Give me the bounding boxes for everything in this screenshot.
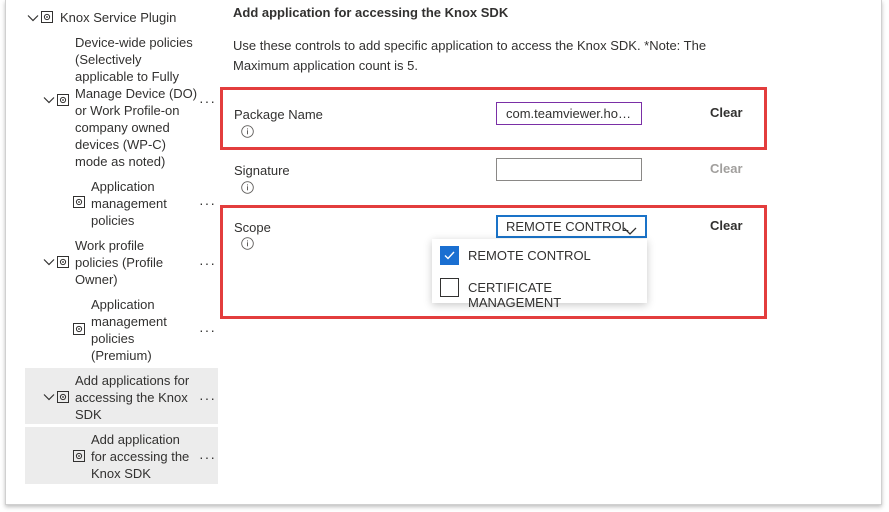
tree-item-label: Device-wide policies (Selectively applic…: [75, 35, 198, 169]
scope-selected-value: REMOTE CONTROL: [506, 219, 629, 234]
policy-icon: [57, 256, 69, 268]
tree-item-app-management-premium[interactable]: Application management policies (Premium…: [6, 295, 221, 367]
package-clear-button[interactable]: Clear: [710, 105, 743, 120]
more-options-icon[interactable]: ···: [199, 391, 216, 405]
tree-item-add-application[interactable]: Add application for accessing the Knox S…: [6, 430, 221, 484]
tree-item-label: Application management policies: [91, 179, 167, 228]
policy-icon: [57, 391, 69, 403]
chevron-down-icon[interactable]: [26, 11, 40, 25]
tree-item-app-management-policies[interactable]: Application management policies ···: [6, 177, 221, 231]
tree-item-label: Add application for accessing the Knox S…: [91, 432, 190, 481]
scope-option-certificate-management[interactable]: CERTIFICATE MANAGEMENT: [432, 273, 647, 310]
tree-item-label: Work profile policies (Profile Owner): [75, 238, 164, 287]
policy-icon: [41, 11, 53, 23]
scope-dropdown[interactable]: REMOTE CONTROL: [496, 215, 647, 238]
chevron-down-icon[interactable]: [42, 390, 56, 404]
description-text: Use these controls to add specific appli…: [233, 38, 707, 73]
signature-input[interactable]: [496, 158, 642, 181]
tree-item-label: Knox Service Plugin: [60, 10, 177, 25]
signature-clear-button[interactable]: Clear: [710, 161, 743, 176]
more-options-icon[interactable]: ···: [199, 94, 216, 108]
scope-dropdown-menu: REMOTE CONTROL CERTIFICATE MANAGEMENT: [432, 239, 647, 310]
info-icon[interactable]: [241, 125, 254, 138]
tree-item-add-applications[interactable]: Add applications for accessing the Knox …: [6, 371, 221, 425]
chevron-down-icon[interactable]: [42, 255, 56, 269]
policy-icon: [73, 323, 85, 335]
policy-icon: [73, 196, 85, 208]
package-name-label: Package Name: [234, 107, 323, 122]
signature-label: Signature: [234, 163, 290, 178]
tree-item-device-wide-policies[interactable]: Device-wide policies (Selectively applic…: [6, 34, 221, 172]
checkbox-unchecked[interactable]: [440, 278, 459, 297]
chevron-down-icon[interactable]: [42, 93, 56, 107]
tree-item-label: Application management policies (Premium…: [91, 297, 167, 363]
tree-item-label: Add applications for accessing the Knox …: [75, 373, 190, 422]
scope-option-remote-control[interactable]: REMOTE CONTROL: [432, 241, 647, 271]
policy-icon: [57, 94, 69, 106]
more-options-icon[interactable]: ···: [199, 450, 216, 464]
checkbox-checked[interactable]: [440, 246, 459, 265]
info-icon[interactable]: [241, 181, 254, 194]
info-icon[interactable]: [241, 237, 254, 250]
package-name-input[interactable]: com.teamviewer.hos...: [496, 102, 642, 125]
option-label: REMOTE CONTROL: [468, 248, 591, 263]
more-options-icon[interactable]: ···: [199, 196, 216, 210]
page-title: Add application for accessing the Knox S…: [233, 5, 509, 20]
policy-icon: [73, 450, 85, 462]
more-options-icon[interactable]: ···: [199, 323, 216, 337]
tree-item-work-profile-policies[interactable]: Work profile policies (Profile Owner) ··…: [6, 236, 221, 290]
app-window: Knox Service Plugin Device-wide policies…: [5, 0, 882, 505]
scope-clear-button[interactable]: Clear: [710, 218, 743, 233]
more-options-icon[interactable]: ···: [199, 256, 216, 270]
option-label: CERTIFICATE MANAGEMENT: [468, 280, 562, 310]
tree-item-knox-service-plugin[interactable]: Knox Service Plugin: [6, 8, 221, 28]
scope-label: Scope: [234, 220, 271, 235]
